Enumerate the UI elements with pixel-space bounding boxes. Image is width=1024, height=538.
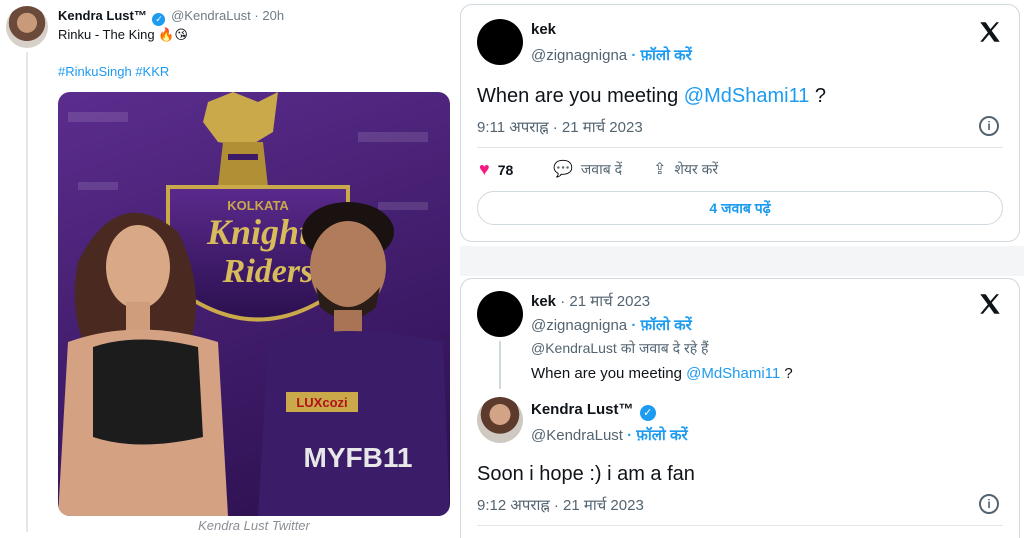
quoted-prefix: When are you meeting <box>531 365 682 382</box>
info-icon[interactable]: i <box>979 116 999 136</box>
reply-author-name[interactable]: Kendra Lust™ <box>531 401 634 418</box>
reply-label: जवाब दें <box>580 160 623 177</box>
tweet-image[interactable]: KOLKATA Knight Riders LUXcozi MYFB11 <box>58 92 450 516</box>
left-tweet: Kendra Lust™ ✓ @KendraLust · 20h Rinku -… <box>0 0 460 538</box>
verified-badge-icon: ✓ <box>152 13 166 26</box>
reply-author-handle[interactable]: @KendraLust <box>531 427 623 444</box>
heart-icon: ♥ <box>479 159 490 179</box>
like-count: 78 <box>497 161 514 178</box>
share-icon: ⇪ <box>653 161 667 178</box>
tweet-hashtags[interactable]: #RinkuSingh #KKR <box>58 64 169 79</box>
logo-riders-text: Riders <box>222 253 314 290</box>
author-name[interactable]: Kendra Lust™ <box>58 8 147 23</box>
like-button[interactable]: ♥ 78 <box>479 159 513 180</box>
text-suffix: ? <box>814 85 827 107</box>
quoted-suffix: ? <box>784 365 793 382</box>
follow-button[interactable]: · फ़ॉलो करें <box>631 317 692 334</box>
reply-author-row: Kendra Lust™ ✓ <box>531 401 658 421</box>
quoted-mention-link[interactable]: @MdShami11 <box>686 365 780 382</box>
read-replies-button[interactable]: 4 जवाब पढ़ें <box>477 191 1003 225</box>
tweet-time[interactable]: · 20h <box>254 8 284 23</box>
image-caption: Kendra Lust Twitter <box>198 518 310 533</box>
author-date[interactable]: · 21 मार्च 2023 <box>560 293 650 310</box>
reply-text: Soon i hope :) i am a fan <box>477 463 695 485</box>
card-gap <box>460 246 1024 276</box>
tweet-card-reply-thread: kek · 21 मार्च 2023 @zignagnigna · फ़ॉलो… <box>460 278 1020 538</box>
tweet-timestamp[interactable]: 9:11 अपराह्न · 21 मार्च 2023 <box>477 117 643 137</box>
reply-bubble-icon: 💬 <box>553 161 573 178</box>
reply-thread-line <box>499 341 501 389</box>
jersey-sponsor-luxcozi: LUXcozi <box>296 395 347 410</box>
divider <box>477 525 1003 526</box>
quoted-tweet-text: When are you meeting @MdShami11 ? <box>531 365 793 382</box>
share-button[interactable]: ⇪ शेयर करें <box>653 159 718 179</box>
follow-button[interactable]: · फ़ॉलो करें <box>631 47 692 64</box>
author-handle-row: @zignagnigna · फ़ॉलो करें <box>531 315 692 335</box>
tweet-card-question: kek @zignagnigna · फ़ॉलो करें When are y… <box>460 4 1020 242</box>
info-icon[interactable]: i <box>979 494 999 514</box>
thread-line <box>26 52 28 532</box>
logo-kolkata-text: KOLKATA <box>227 198 289 213</box>
kendra-avatar[interactable] <box>477 397 523 443</box>
tweet-text: When are you meeting @MdShami11 ? <box>477 85 826 108</box>
kkr-promo-illustration: KOLKATA Knight Riders LUXcozi MYFB11 <box>58 92 450 516</box>
jersey-sponsor-myfab11: MYFB11 <box>304 442 413 473</box>
author-handle[interactable]: @zignagnigna <box>531 47 627 64</box>
replying-to-text[interactable]: @KendraLust को जवाब दे रहे हैं <box>531 339 708 358</box>
author-handle[interactable]: @zignagnigna <box>531 317 627 334</box>
reply-timestamp[interactable]: 9:12 अपराह्न · 21 मार्च 2023 <box>477 495 644 515</box>
reply-handle-row: @KendraLust · फ़ॉलो करें <box>531 425 688 445</box>
kek-avatar[interactable] <box>477 291 523 337</box>
x-logo-icon[interactable] <box>977 291 1003 317</box>
verified-badge-icon: ✓ <box>639 405 656 421</box>
author-handle[interactable]: @KendraLust <box>171 8 251 23</box>
share-label: शेयर करें <box>674 160 719 177</box>
text-prefix: When are you meeting <box>477 85 679 107</box>
reply-button[interactable]: 💬 जवाब दें <box>553 159 622 179</box>
author-name[interactable]: kek <box>531 293 556 310</box>
author-handle-row: @zignagnigna · फ़ॉलो करें <box>531 45 692 65</box>
reply-follow-button[interactable]: · फ़ॉलो करें <box>627 427 688 444</box>
logo-knight-text: Knight <box>206 212 310 252</box>
mention-link[interactable]: @MdShami11 <box>684 85 810 107</box>
tweet-text: Rinku - The King 🔥😘 <box>58 27 188 42</box>
divider <box>477 147 1003 148</box>
kek-avatar[interactable] <box>477 19 523 65</box>
x-logo-icon[interactable] <box>977 19 1003 45</box>
tweet-header: Kendra Lust™ ✓ @KendraLust · 20h <box>58 8 284 26</box>
author-name[interactable]: kek <box>531 21 556 38</box>
author-name-row: kek · 21 मार्च 2023 <box>531 291 650 311</box>
kendra-avatar[interactable] <box>6 6 48 48</box>
